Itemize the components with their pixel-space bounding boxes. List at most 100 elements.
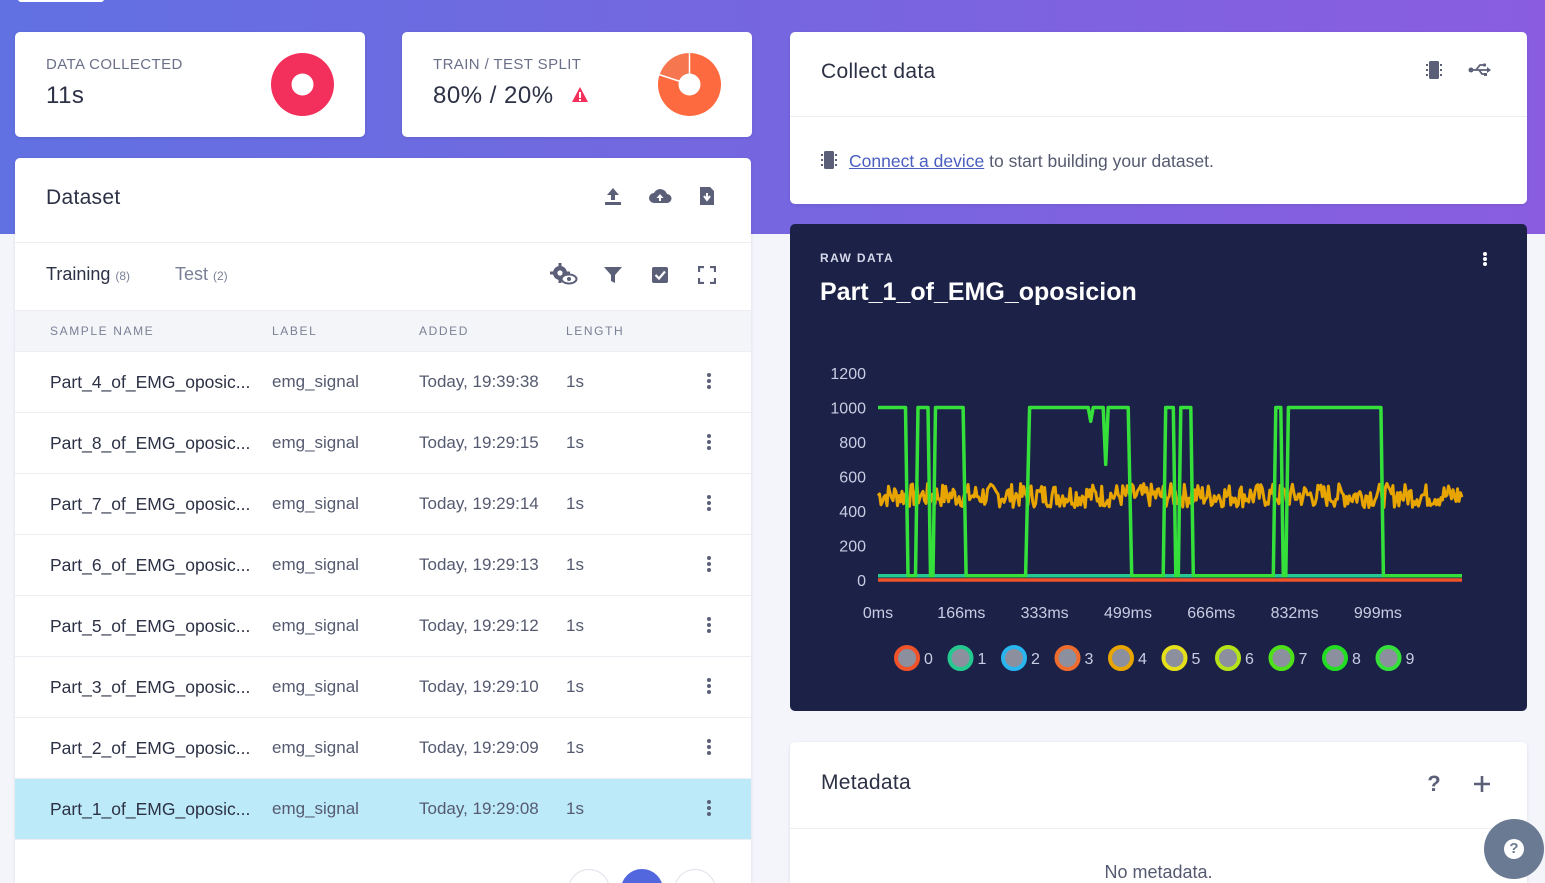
usb-icon[interactable]: [1468, 58, 1492, 82]
question-icon: ?: [1504, 839, 1524, 859]
row-more-icon[interactable]: [701, 371, 717, 393]
fullscreen-icon[interactable]: [695, 263, 719, 287]
x-tick-label: 333ms: [1021, 605, 1069, 622]
legend-marker-3[interactable]: [1054, 645, 1081, 671]
row-more-icon[interactable]: [701, 554, 717, 576]
connect-device-link[interactable]: Connect a device: [849, 151, 984, 171]
row-more-icon[interactable]: [701, 737, 717, 759]
sample-name: Part_4_of_EMG_oposic...: [50, 372, 251, 392]
train-test-split-value: 80% / 20%: [433, 82, 554, 109]
sample-name: Part_1_of_EMG_oposic...: [50, 799, 251, 819]
legend-label: 6: [1245, 651, 1254, 668]
train-test-split-pie: [658, 53, 721, 116]
table-row[interactable]: Part_5_of_EMG_oposic... emg_signal Today, …: [15, 596, 751, 657]
sample-length: 1s: [566, 494, 584, 513]
column-header-added[interactable]: ADDED: [419, 324, 469, 338]
device-icon[interactable]: [1422, 58, 1446, 82]
table-row[interactable]: Part_6_of_EMG_oposic... emg_signal Today, …: [15, 535, 751, 596]
table-row[interactable]: Part_7_of_EMG_oposic... emg_signal Today, …: [15, 474, 751, 535]
table-row[interactable]: Part_1_of_EMG_oposic... emg_signal Today, …: [15, 779, 751, 840]
legend-marker-6[interactable]: [1215, 645, 1241, 671]
legend-label: 3: [1085, 651, 1094, 668]
settings-eye-icon[interactable]: [549, 262, 579, 286]
legend-marker-1[interactable]: [947, 645, 974, 671]
row-more-icon[interactable]: [701, 493, 717, 515]
y-tick-label: 1200: [830, 366, 866, 383]
legend-marker-5[interactable]: [1161, 645, 1188, 671]
sample-name: Part_7_of_EMG_oposic...: [50, 494, 251, 514]
pagination-page-button[interactable]: [621, 869, 663, 883]
filter-icon[interactable]: [601, 263, 625, 287]
legend-marker-7[interactable]: [1268, 645, 1295, 671]
tab-training[interactable]: Training (8): [46, 264, 130, 285]
collect-data-divider: [790, 116, 1527, 117]
tab-test-count: (2): [213, 269, 228, 283]
table-row[interactable]: Part_3_of_EMG_oposic... emg_signal Today, …: [15, 657, 751, 718]
column-header-sample-name[interactable]: SAMPLE NAME: [50, 324, 154, 338]
metadata-title: Metadata: [821, 771, 911, 794]
table-row[interactable]: Part_4_of_EMG_oposic... emg_signal Today, …: [15, 352, 751, 413]
legend-label: 8: [1352, 651, 1361, 668]
download-icon[interactable]: [695, 184, 719, 208]
sample-label: emg_signal: [272, 738, 359, 757]
column-header-label[interactable]: LABEL: [272, 324, 317, 338]
top-tab-indicator: [18, 0, 104, 2]
sample-length: 1s: [566, 616, 584, 635]
y-tick-label: 400: [839, 504, 866, 521]
row-more-icon[interactable]: [701, 615, 717, 637]
legend-marker-2[interactable]: [1001, 645, 1027, 671]
legend-label: 4: [1138, 651, 1147, 668]
sample-label: emg_signal: [272, 433, 359, 452]
sample-added: Today, 19:29:12: [419, 616, 539, 635]
row-more-icon[interactable]: [701, 676, 717, 698]
raw-data-chart: 1200 1000 800 600 400 200 0 0ms 166ms 333ms 499ms 6…: [830, 366, 1464, 671]
sample-length: 1s: [566, 677, 584, 696]
column-header-length[interactable]: LENGTH: [566, 324, 624, 338]
train-test-split-label: TRAIN / TEST SPLIT: [433, 56, 582, 73]
y-tick-label: 1000: [830, 401, 866, 418]
raw-data-card: RAW DATA Part_1_of_EMG_oposicion 1200 100…: [790, 224, 1527, 711]
data-collected-value: 11s: [46, 82, 85, 109]
sample-name: Part_6_of_EMG_oposic...: [50, 555, 251, 575]
device-small-icon: [821, 151, 837, 169]
table-row[interactable]: Part_2_of_EMG_oposic... emg_signal Today, …: [15, 718, 751, 779]
metadata-divider: [790, 828, 1527, 829]
sample-length: 1s: [566, 372, 584, 391]
pagination-next-button[interactable]: [674, 869, 716, 883]
tab-test[interactable]: Test (2): [175, 264, 228, 285]
sample-added: Today, 19:29:15: [419, 433, 539, 452]
tab-training-count: (8): [115, 269, 131, 283]
pagination-prev-button[interactable]: [568, 869, 610, 883]
tab-test-label: Test: [175, 264, 209, 284]
sample-length: 1s: [566, 799, 584, 818]
data-collected-pie-hole: [291, 73, 314, 96]
split-pie-hole: [678, 73, 701, 96]
help-icon[interactable]: ?: [1422, 771, 1446, 796]
row-more-icon[interactable]: [701, 798, 717, 820]
select-check-icon[interactable]: [648, 263, 672, 287]
dataset-divider: [15, 242, 751, 243]
train-test-split-card: TRAIN / TEST SPLIT 80% / 20%: [402, 32, 752, 137]
warning-triangle-icon[interactable]: [571, 86, 589, 104]
sample-name: Part_2_of_EMG_oposic...: [50, 738, 251, 758]
legend-label: 1: [978, 651, 987, 668]
cloud-upload-icon[interactable]: [648, 184, 672, 208]
tab-training-label: Training: [46, 264, 111, 284]
y-tick-label: 200: [839, 539, 866, 556]
help-fab-button[interactable]: ?: [1484, 819, 1544, 879]
row-more-icon[interactable]: [701, 432, 717, 454]
sample-label: emg_signal: [272, 555, 359, 574]
legend-marker-9[interactable]: [1375, 645, 1402, 671]
sample-added: Today, 19:29:09: [419, 738, 539, 757]
legend-marker-8[interactable]: [1322, 645, 1348, 671]
legend-marker-4[interactable]: [1108, 645, 1134, 671]
legend-label: 0: [924, 651, 933, 668]
table-row[interactable]: Part_8_of_EMG_oposic... emg_signal Today, …: [15, 413, 751, 474]
upload-icon[interactable]: [601, 184, 625, 208]
sample-name: Part_8_of_EMG_oposic...: [50, 433, 251, 453]
sample-length: 1s: [566, 433, 584, 452]
legend-marker-0[interactable]: [894, 645, 920, 671]
add-icon[interactable]: [1470, 772, 1494, 796]
dataset-card: Dataset Training (8) Test (2) SAMPLE NAME …: [15, 158, 751, 883]
collect-data-title: Collect data: [821, 60, 936, 83]
